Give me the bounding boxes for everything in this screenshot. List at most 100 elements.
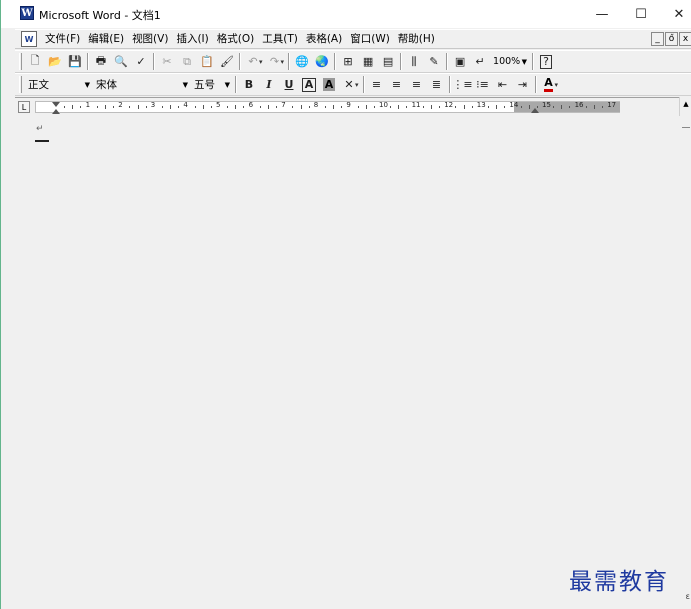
watermark-logo: 最需教育	[569, 569, 669, 595]
insert-table-icon[interactable]: ▦	[358, 52, 378, 71]
document-area[interactable]: ↵	[15, 116, 680, 609]
align-left-icon[interactable]: ≡	[367, 75, 387, 94]
ruler-right-margin	[514, 102, 620, 112]
ruler-tick	[96, 106, 98, 108]
ruler-tick	[145, 106, 147, 108]
paste-icon[interactable]: 📋	[197, 52, 217, 71]
font-select[interactable]: 宋体 ▼	[93, 76, 191, 93]
text-cursor	[35, 140, 49, 142]
zoom-select[interactable]: 100% ▼	[490, 53, 531, 70]
print-icon[interactable]: 🖶	[91, 52, 111, 71]
copy-icon[interactable]: ⧉	[177, 52, 197, 71]
ruler-tick	[300, 105, 302, 109]
bold-button[interactable]: B	[239, 75, 259, 94]
paragraph-mark: ↵	[36, 124, 44, 134]
help-icon[interactable]: ?	[536, 52, 556, 71]
font-size-value: 五号	[194, 79, 215, 91]
ruler-tick	[504, 106, 506, 108]
tab-selector[interactable]: L	[18, 101, 30, 113]
ruler-tick	[487, 106, 489, 108]
ruler-tick	[471, 106, 473, 108]
spelling-check-icon[interactable]: ✓	[131, 52, 151, 71]
ruler-tick	[520, 106, 522, 108]
hyperlink-icon[interactable]: 🌐	[292, 52, 312, 71]
style-select[interactable]: 正文 ▼	[25, 76, 93, 93]
right-indent-marker[interactable]	[531, 108, 539, 113]
ruler-tick	[430, 105, 432, 109]
new-document-icon[interactable]: 🗋	[25, 52, 45, 71]
character-shading-button[interactable]: A	[319, 75, 339, 94]
print-preview-icon[interactable]: 🔍	[111, 52, 131, 71]
menu-file[interactable]: 文件(F)	[41, 30, 84, 48]
maximize-button[interactable]: ☐	[622, 0, 660, 28]
bullets-icon[interactable]: ⁝≡	[473, 75, 493, 94]
ruler-tick	[406, 106, 408, 108]
menu-window[interactable]: 窗口(W)	[346, 30, 394, 48]
horizontal-ruler[interactable]: 1 2 3 4 5 6 7 8 9 10 11 12 13 14 15 16 17	[35, 101, 620, 114]
ruler-tick	[72, 105, 74, 109]
web-toolbar-icon[interactable]: 🌏	[312, 52, 332, 71]
window-title: Microsoft Word - 文档1	[39, 9, 161, 22]
undo-dropdown-icon[interactable]: ▾	[259, 58, 263, 66]
word-app-icon[interactable]: W	[20, 6, 34, 20]
menu-format[interactable]: 格式(O)	[213, 30, 258, 48]
vertical-scrollbar[interactable]: ▲	[679, 97, 691, 609]
redo-dropdown-icon[interactable]: ▾	[281, 58, 285, 66]
doc-restore-button[interactable]: ő	[665, 32, 678, 46]
menu-help[interactable]: 帮助(H)	[394, 30, 439, 48]
ruler-tick	[365, 105, 367, 109]
save-icon[interactable]: 💾	[65, 52, 85, 71]
font-color-dropdown-icon[interactable]: ▾	[555, 81, 559, 89]
font-size-select[interactable]: 五号 ▼	[191, 76, 233, 93]
numbering-icon[interactable]: ⋮≡	[452, 75, 472, 94]
menu-table[interactable]: 表格(A)	[302, 30, 346, 48]
toolbar-separator	[446, 53, 449, 70]
open-folder-icon[interactable]: 📂	[45, 52, 65, 71]
doc-close-button[interactable]: x	[679, 32, 691, 46]
hanging-indent-marker[interactable]	[52, 109, 60, 114]
document-control-icon[interactable]: W	[21, 31, 37, 47]
menu-insert[interactable]: 插入(I)	[172, 30, 212, 48]
drawing-icon[interactable]: ✎	[424, 52, 444, 71]
show-hide-icon[interactable]: ↵	[470, 52, 490, 71]
ruler-number: 1	[85, 101, 91, 109]
document-map-icon[interactable]: ▣	[450, 52, 470, 71]
ruler-tick	[528, 105, 530, 109]
menu-bar: W 文件(F) 编辑(E) 视图(V) 插入(I) 格式(O) 工具(T) 表格…	[15, 29, 691, 49]
menu-view[interactable]: 视图(V)	[128, 30, 172, 48]
menu-tools[interactable]: 工具(T)	[258, 30, 302, 48]
increase-indent-icon[interactable]: ⇥	[513, 75, 533, 94]
ruler-tick	[341, 106, 343, 108]
ruler-tick	[194, 106, 196, 108]
doc-minimize-button[interactable]: _	[651, 32, 664, 46]
justify-icon[interactable]: ≣	[427, 75, 447, 94]
cut-icon[interactable]: ✂	[157, 52, 177, 71]
ruler-tick	[422, 106, 424, 108]
columns-icon[interactable]: ⫼	[404, 52, 424, 71]
first-line-indent-marker[interactable]	[52, 102, 60, 107]
decrease-indent-icon[interactable]: ⇤	[493, 75, 513, 94]
ruler-tick	[390, 106, 392, 108]
italic-button[interactable]: I	[259, 75, 279, 94]
ruler-number: 3	[150, 101, 156, 109]
toolbar-grip[interactable]	[19, 53, 22, 70]
character-border-button[interactable]: A	[299, 75, 319, 94]
scroll-up-icon[interactable]: ▲	[680, 97, 691, 111]
insert-excel-icon[interactable]: ▤	[378, 52, 398, 71]
toolbar-grip[interactable]	[19, 76, 22, 93]
close-button[interactable]: ✕	[660, 0, 691, 28]
ruler-tick	[398, 105, 400, 109]
ruler-tick	[104, 105, 106, 109]
underline-button[interactable]: U	[279, 75, 299, 94]
watermark-fragment: ε	[685, 592, 690, 601]
ruler-tick	[64, 106, 66, 108]
menu-edit[interactable]: 编辑(E)	[84, 30, 128, 48]
align-right-icon[interactable]: ≡	[407, 75, 427, 94]
tables-borders-icon[interactable]: ⊞	[338, 52, 358, 71]
align-center-icon[interactable]: ≡	[387, 75, 407, 94]
format-painter-icon[interactable]: 🖌	[217, 52, 237, 71]
ruler-tick	[561, 105, 563, 109]
character-scale-dropdown-icon[interactable]: ▾	[355, 81, 359, 89]
minimize-button[interactable]: —	[583, 0, 621, 28]
ruler-number: 17	[607, 101, 617, 109]
